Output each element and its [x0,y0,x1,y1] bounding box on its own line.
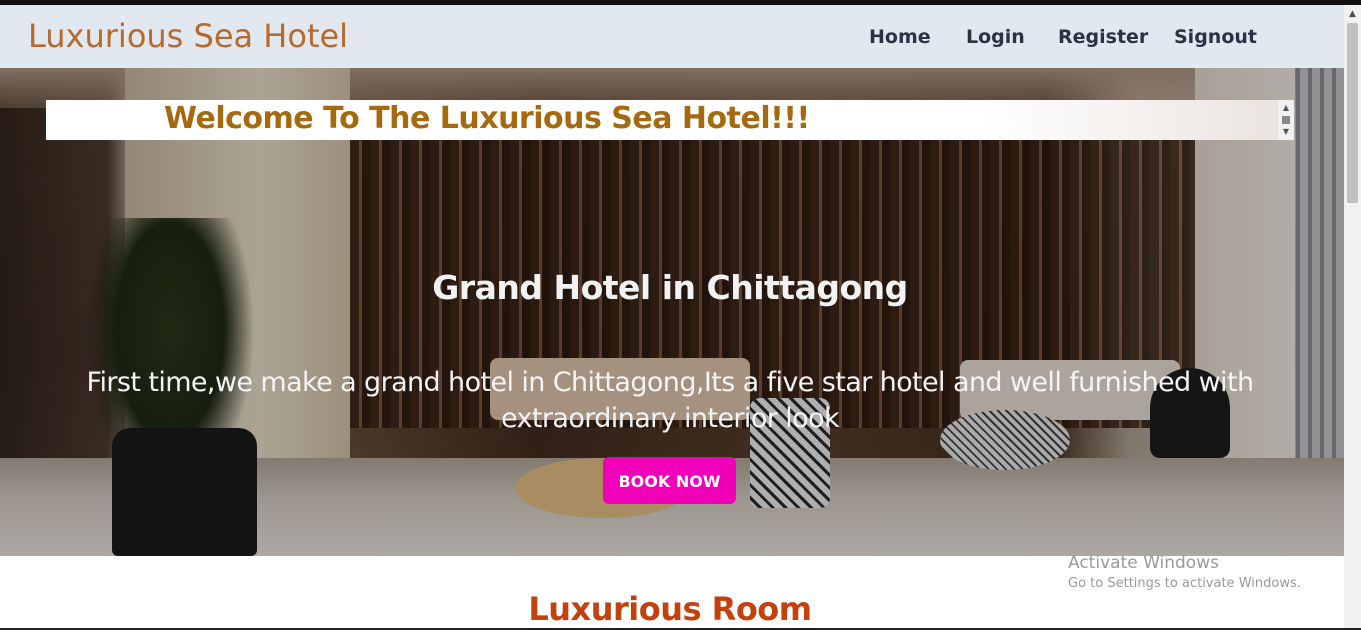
watermark-line-2: Go to Settings to activate Windows. [1068,576,1301,591]
scroll-up-arrow-icon[interactable]: ▲ [1278,102,1294,114]
welcome-marquee: Welcome To The Luxurious Sea Hotel!!! ▲ … [46,100,1294,140]
page-scroll-thumb[interactable] [1347,23,1358,203]
marquee-scrollbar[interactable]: ▲ ▼ [1278,100,1294,140]
brand-logo-text[interactable]: Luxurious Sea Hotel [28,17,348,55]
nav-link-home[interactable]: Home [869,26,931,48]
hero-description: First time,we make a grand hotel in Chit… [86,367,1255,434]
hero-title: Grand Hotel in Chittagong [432,268,908,307]
scroll-down-arrow-icon[interactable]: ▼ [1278,126,1294,138]
activate-windows-watermark: Activate Windows Go to Settings to activ… [1068,552,1328,594]
browser-viewport: Luxurious Sea Hotel Home Login Register … [0,0,1361,630]
page-scroll-up-icon[interactable]: ▲ [1344,7,1361,21]
page-scrollbar[interactable]: ▲ [1344,5,1361,630]
marquee-scroll-thumb[interactable] [1282,116,1290,124]
welcome-marquee-text: Welcome To The Luxurious Sea Hotel!!! [164,101,810,136]
navbar: Luxurious Sea Hotel Home Login Register … [0,5,1344,68]
book-now-button[interactable]: BOOK NOW [603,457,736,504]
nav-link-login[interactable]: Login [966,26,1025,48]
section-title: Luxurious Room [528,590,812,628]
nav-link-signout[interactable]: Signout [1174,26,1257,48]
nav-link-register[interactable]: Register [1058,26,1148,48]
watermark-line-1: Activate Windows [1068,553,1219,573]
